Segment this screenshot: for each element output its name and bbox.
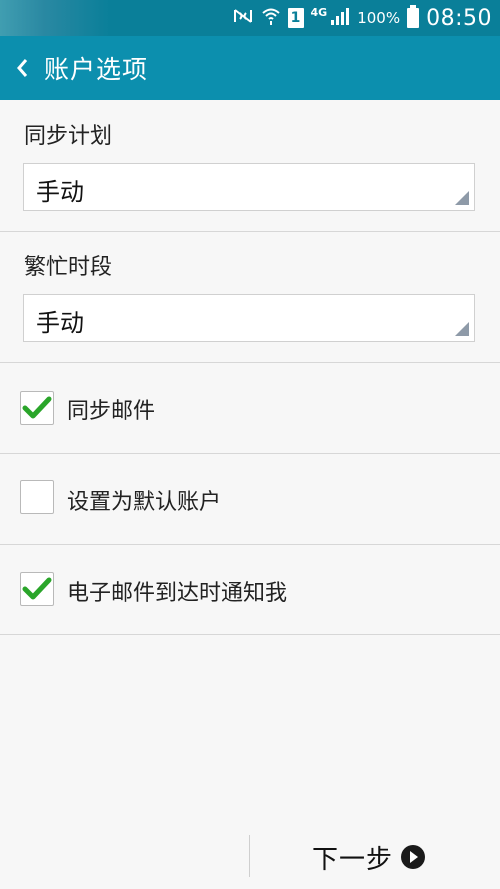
sync-schedule-dropdown[interactable]: 手动 xyxy=(23,163,475,211)
clock: 08:50 xyxy=(426,5,492,31)
next-label: 下一步 xyxy=(312,844,394,875)
dropdown-corner-icon xyxy=(455,191,469,205)
sync-email-row[interactable]: 同步邮件 xyxy=(0,363,500,453)
sync-email-checkbox[interactable] xyxy=(20,391,54,425)
peak-schedule-label: 繁忙时段 xyxy=(24,255,113,280)
chevron-left-icon xyxy=(17,59,28,77)
sync-schedule-label: 同步计划 xyxy=(24,124,113,149)
nfc-icon xyxy=(232,7,254,29)
notify-row[interactable]: 电子邮件到达时通知我 xyxy=(0,545,500,635)
sim-slot-icon: 1 xyxy=(287,8,304,28)
battery-percent: 100% xyxy=(357,9,401,27)
page-title: 账户选项 xyxy=(44,55,149,84)
battery-icon xyxy=(407,5,420,28)
default-account-checkbox[interactable] xyxy=(20,480,54,514)
signal-icon xyxy=(330,6,350,30)
divider xyxy=(0,634,500,635)
app-bar: 账户选项 xyxy=(0,36,500,100)
next-arrow-icon xyxy=(401,845,426,869)
status-bar: 1 4G 100% 08:50 xyxy=(0,0,500,36)
notify-label: 电子邮件到达时通知我 xyxy=(67,581,288,606)
notification-area xyxy=(0,0,110,36)
default-account-row[interactable]: 设置为默认账户 xyxy=(0,454,500,544)
footer-bar: 下一步 xyxy=(0,823,500,889)
wifi-icon xyxy=(261,6,281,30)
peak-schedule-value: 手动 xyxy=(36,309,84,337)
back-button[interactable] xyxy=(2,36,42,100)
peak-schedule-dropdown[interactable]: 手动 xyxy=(23,294,475,342)
checkmark-icon xyxy=(22,577,52,600)
status-icons: 1 4G 100% 08:50 xyxy=(232,0,492,36)
notify-checkbox[interactable] xyxy=(20,572,54,606)
dropdown-corner-icon xyxy=(455,322,469,336)
footer-separator xyxy=(249,835,250,877)
next-button[interactable]: 下一步 xyxy=(312,837,426,877)
sync-schedule-value: 手动 xyxy=(36,178,84,206)
default-account-label: 设置为默认账户 xyxy=(67,490,222,515)
network-type: 4G xyxy=(310,5,328,19)
divider xyxy=(0,231,500,232)
sync-email-label: 同步邮件 xyxy=(67,399,156,424)
checkmark-icon xyxy=(22,396,52,419)
